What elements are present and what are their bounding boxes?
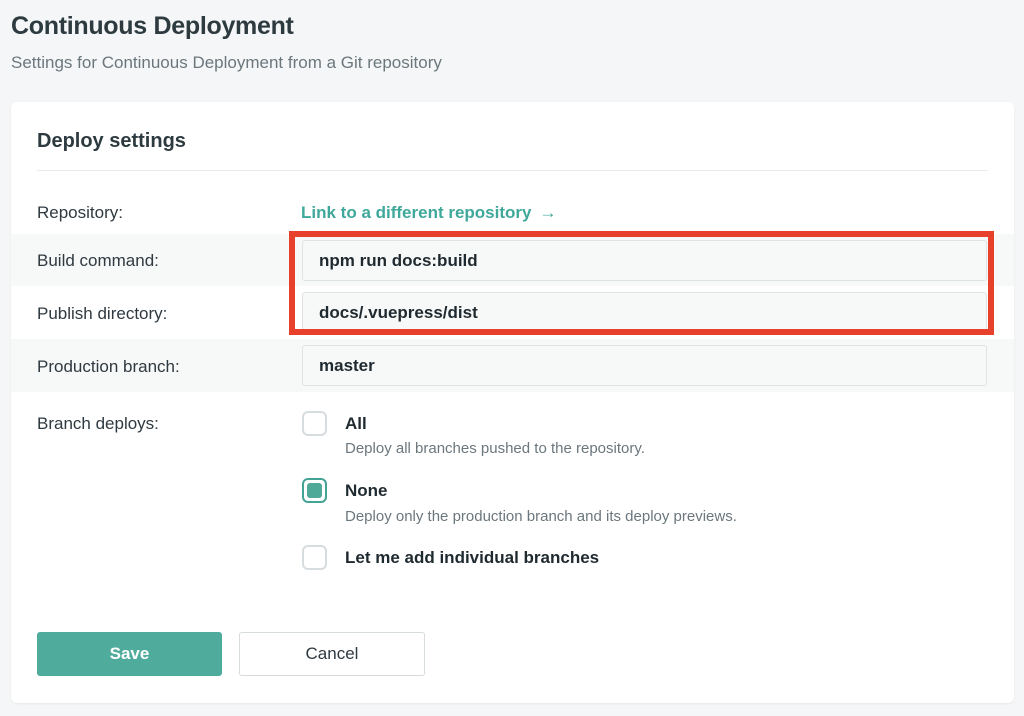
option-none-description: Deploy only the production branch and it… bbox=[345, 508, 737, 525]
checkbox-none[interactable] bbox=[302, 478, 327, 503]
option-none-label: None bbox=[345, 481, 388, 500]
cancel-button[interactable]: Cancel bbox=[239, 632, 425, 676]
publish-directory-label: Publish directory: bbox=[37, 304, 168, 323]
option-individual-label: Let me add individual branches bbox=[345, 548, 600, 567]
option-all-description: Deploy all branches pushed to the reposi… bbox=[345, 440, 645, 457]
save-button[interactable]: Save bbox=[37, 632, 222, 676]
production-branch-input[interactable] bbox=[302, 345, 987, 386]
card-title: Deploy settings bbox=[37, 130, 186, 152]
build-command-label: Build command: bbox=[37, 251, 159, 270]
checkbox-all[interactable] bbox=[302, 411, 327, 436]
highlight-annotation bbox=[289, 231, 994, 335]
arrow-right-icon: → bbox=[539, 203, 557, 222]
production-branch-label: Production branch: bbox=[37, 357, 180, 376]
link-different-repository[interactable]: Link to a different repository → bbox=[301, 203, 556, 223]
page-subtitle: Settings for Continuous Deployment from … bbox=[11, 53, 442, 72]
option-all-label: All bbox=[345, 414, 367, 433]
checked-indicator bbox=[307, 483, 322, 498]
checkbox-individual-branches[interactable] bbox=[302, 545, 327, 570]
card-divider bbox=[37, 170, 988, 171]
deploy-settings-card: Deploy settings Repository: Link to a di… bbox=[11, 102, 1014, 703]
link-text: Link to a different repository bbox=[301, 203, 532, 222]
branch-deploys-label: Branch deploys: bbox=[37, 414, 159, 433]
page-title: Continuous Deployment bbox=[11, 12, 294, 40]
repository-label: Repository: bbox=[37, 203, 123, 222]
